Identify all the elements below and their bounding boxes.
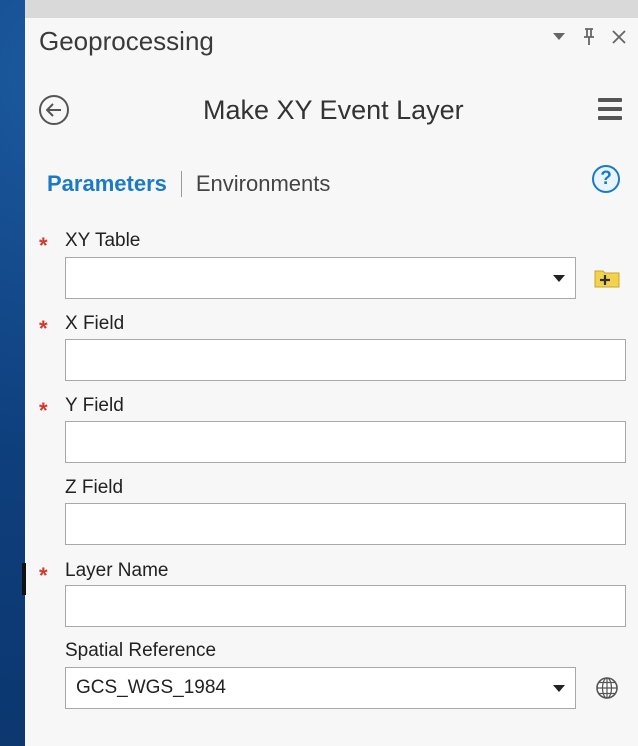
spatial-reference-dropdown[interactable]: GCS_WGS_1984 <box>65 667 576 709</box>
tool-header: Make XY Event Layer <box>25 92 638 132</box>
required-marker: * <box>39 398 48 423</box>
xy-table-dropdown[interactable] <box>65 257 576 299</box>
required-marker: * <box>39 563 48 588</box>
dropdown-arrow-icon[interactable] <box>553 275 565 282</box>
dropdown-arrow-icon[interactable] <box>553 685 565 692</box>
tool-title: Make XY Event Layer <box>203 95 464 125</box>
y-field-input[interactable] <box>65 421 626 463</box>
tab-separator <box>180 171 182 197</box>
splitter-handle[interactable] <box>22 563 26 595</box>
tool-tabs: Parameters Environments <box>47 168 330 200</box>
chevron-down-icon[interactable] <box>548 26 570 48</box>
param-label: Y Field <box>65 395 124 416</box>
close-icon[interactable] <box>608 26 630 48</box>
pane-title: Geoprocessing <box>39 26 214 56</box>
add-data-folder-icon[interactable] <box>592 262 622 292</box>
param-label: Z Field <box>65 477 124 498</box>
param-label: X Field <box>65 313 125 334</box>
geoprocessing-pane: Geoprocessing Make XY Event Layer Parame… <box>25 0 638 746</box>
x-field-input[interactable] <box>65 339 626 381</box>
param-label: Spatial Reference <box>65 640 217 661</box>
layer-name-input[interactable] <box>65 585 626 627</box>
z-field-input[interactable] <box>65 503 626 545</box>
help-icon[interactable]: ? <box>592 165 620 193</box>
dropdown-value: GCS_WGS_1984 <box>76 677 226 698</box>
window-controls <box>548 26 630 48</box>
tab-parameters[interactable]: Parameters <box>47 171 167 197</box>
pin-icon[interactable] <box>578 26 600 48</box>
hamburger-menu-icon[interactable] <box>598 98 622 120</box>
globe-icon[interactable] <box>592 673 622 703</box>
back-arrow-icon[interactable] <box>39 95 69 125</box>
param-label: XY Table <box>65 230 141 251</box>
tab-environments[interactable]: Environments <box>196 171 331 197</box>
param-label: Layer Name <box>65 560 169 581</box>
required-marker: * <box>39 316 48 341</box>
required-marker: * <box>39 233 48 258</box>
pane-top-border <box>25 0 638 18</box>
